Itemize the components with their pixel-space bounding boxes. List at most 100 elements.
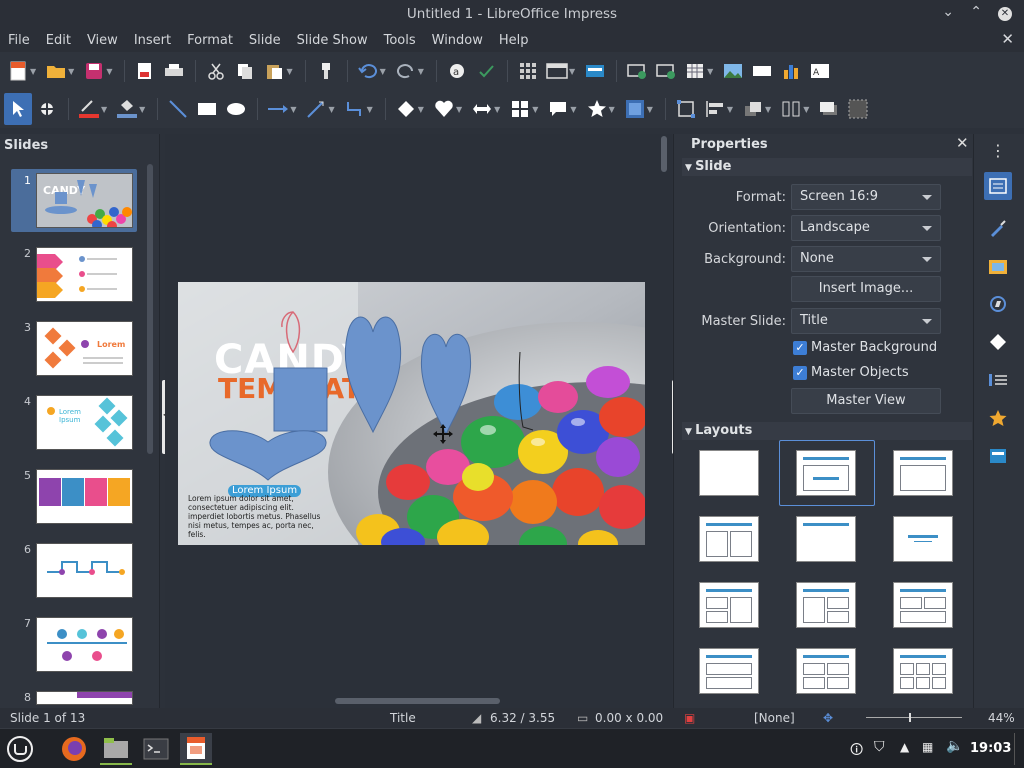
fill-color-icon[interactable] (113, 95, 141, 123)
zoom-slider-track[interactable] (866, 717, 962, 718)
layout-title-2-over[interactable] (893, 582, 953, 628)
navigator-deck-icon[interactable] (984, 290, 1012, 318)
orientation-dropdown[interactable]: Landscape (791, 215, 941, 241)
layout-title-2-content[interactable] (699, 516, 759, 562)
layout-title-6-content[interactable] (893, 648, 953, 694)
layout-blank[interactable] (699, 450, 759, 496)
export-pdf-icon[interactable] (131, 57, 159, 85)
symbol-shapes-icon[interactable] (430, 95, 458, 123)
display-views-icon[interactable] (543, 57, 571, 85)
layout-title-4-content[interactable] (796, 648, 856, 694)
shield-icon[interactable]: ⛉ (874, 739, 885, 755)
insert-image-button[interactable]: Insert Image... (791, 276, 941, 302)
slide-thumbnail-2[interactable] (36, 247, 133, 302)
menu-tools[interactable]: Tools (376, 33, 424, 48)
layout-title-content[interactable] (893, 450, 953, 496)
layout-content-2-right[interactable] (796, 582, 856, 628)
slides-scrollbar[interactable] (147, 164, 153, 454)
menu-view[interactable]: View (79, 33, 126, 48)
flowchart-icon[interactable] (506, 95, 534, 123)
shapes-deck-icon[interactable] (984, 328, 1012, 356)
styles-deck-icon[interactable] (984, 214, 1012, 242)
distribute-icon[interactable] (777, 95, 805, 123)
copy-icon[interactable] (231, 57, 259, 85)
fit-slide-icon[interactable]: ✥ (823, 711, 833, 725)
gallery-deck-icon[interactable] (984, 252, 1012, 280)
slide-thumbnail-1[interactable]: CANDY (36, 173, 133, 228)
redo-icon[interactable] (392, 57, 420, 85)
network-icon[interactable]: ▦ (922, 740, 933, 754)
layouts-section-header[interactable]: ▼ Layouts (682, 422, 972, 440)
3d-objects-icon[interactable] (621, 95, 649, 123)
insert-ellipse-icon[interactable] (222, 95, 250, 123)
insert-textbox-icon[interactable]: A (806, 57, 834, 85)
language-status[interactable]: [None] (754, 711, 795, 725)
master-slides-deck-icon[interactable] (984, 442, 1012, 470)
minimize-icon[interactable]: ⌄ (942, 4, 954, 20)
layout-title-slide[interactable] (796, 450, 856, 496)
slide-transition-deck-icon[interactable] (984, 366, 1012, 394)
insert-media-icon[interactable] (748, 57, 776, 85)
clone-formatting-icon[interactable] (312, 57, 340, 85)
layout-title-only[interactable] (796, 516, 856, 562)
insert-image-icon[interactable] (719, 57, 747, 85)
layout-2-content-title[interactable] (699, 582, 759, 628)
save-icon[interactable] (80, 57, 108, 85)
block-arrows-icon[interactable] (468, 95, 496, 123)
file-manager-icon[interactable] (100, 733, 132, 765)
close-document-icon[interactable]: ✕ (1001, 30, 1014, 48)
start-from-first-icon[interactable] (623, 57, 651, 85)
basic-shapes-icon[interactable] (392, 95, 420, 123)
slide-thumbnail-3[interactable]: Lorem (36, 321, 133, 376)
zoom-level[interactable]: 44% (988, 711, 1015, 725)
align-objects-icon[interactable] (701, 95, 729, 123)
slide-thumbnail-7[interactable] (36, 617, 133, 672)
insert-line-icon[interactable] (164, 95, 192, 123)
menu-window[interactable]: Window (424, 33, 491, 48)
master-background-label[interactable]: Master Background (811, 340, 937, 355)
close-properties-icon[interactable]: ✕ (956, 134, 969, 152)
grid-icon[interactable] (514, 57, 542, 85)
clock[interactable]: 19:03 (970, 741, 1011, 756)
select-tool-icon[interactable] (4, 93, 32, 125)
impress-taskbar-icon[interactable] (180, 733, 212, 765)
find-replace-icon[interactable]: a (443, 57, 471, 85)
transformations-icon[interactable] (672, 95, 700, 123)
firefox-icon[interactable] (58, 733, 90, 765)
volume-icon[interactable]: 🔈 (946, 738, 963, 754)
master-slide-dropdown[interactable]: Title (791, 308, 941, 334)
print-icon[interactable] (160, 57, 188, 85)
maximize-icon[interactable]: ⌃ (970, 4, 982, 20)
stars-icon[interactable] (583, 95, 611, 123)
crop-image-icon[interactable] (844, 95, 872, 123)
connectors-icon[interactable] (341, 95, 369, 123)
undo-icon[interactable] (354, 57, 382, 85)
animation-deck-icon[interactable] (984, 404, 1012, 432)
callouts-icon[interactable] (544, 95, 572, 123)
insert-rectangle-icon[interactable] (193, 95, 221, 123)
menu-slide[interactable]: Slide (241, 33, 289, 48)
close-window-icon[interactable]: ✕ (998, 7, 1012, 21)
insert-chart-icon[interactable] (777, 57, 805, 85)
arrange-icon[interactable] (739, 95, 767, 123)
zoom-pan-icon[interactable] (33, 95, 61, 123)
slide-thumbnail-4[interactable]: Lorem Ipsum (36, 395, 133, 450)
update-manager-icon[interactable]: ▲ (900, 740, 909, 754)
master-objects-checkbox[interactable]: ✓ (793, 366, 807, 380)
master-background-checkbox[interactable]: ✓ (793, 341, 807, 355)
layout-centered-text[interactable] (893, 516, 953, 562)
shadow-icon[interactable] (815, 95, 843, 123)
slide-thumbnail-8[interactable] (36, 691, 133, 705)
notification-icon[interactable]: 🛈 (850, 741, 863, 763)
zoom-slider-handle[interactable] (909, 713, 911, 722)
format-dropdown[interactable]: Screen 16:9 (791, 184, 941, 210)
start-from-current-icon[interactable] (652, 57, 680, 85)
paste-icon[interactable] (260, 57, 288, 85)
new-document-icon[interactable] (4, 57, 32, 85)
document-modified-icon[interactable]: ▣ (684, 711, 695, 725)
menu-edit[interactable]: Edit (38, 33, 79, 48)
editor-horizontal-scrollbar[interactable] (335, 698, 500, 704)
lines-arrows-icon[interactable] (264, 95, 292, 123)
editor-vertical-scrollbar[interactable] (661, 136, 667, 172)
sidebar-menu-icon[interactable]: ⋮ (984, 136, 1012, 164)
